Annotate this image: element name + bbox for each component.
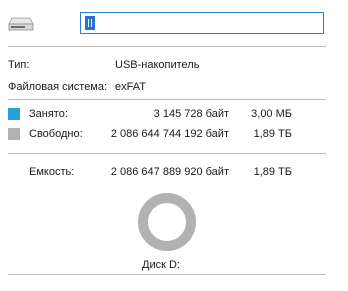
free-bytes: 2 086 644 744 192 байт xyxy=(110,128,229,140)
type-label: Тип: xyxy=(8,59,30,71)
disk-label: Диск D: xyxy=(142,259,180,271)
donut-free-ring xyxy=(138,193,196,251)
used-space-swatch xyxy=(8,108,20,120)
divider xyxy=(8,46,326,47)
free-label: Свободно: xyxy=(29,128,83,140)
free-size: 1,89 ТБ xyxy=(253,128,292,140)
free-space-swatch xyxy=(8,128,20,140)
type-value: USB-накопитель xyxy=(115,59,200,71)
divider xyxy=(8,99,326,100)
used-bytes: 3 145 728 байт xyxy=(153,108,229,120)
divider xyxy=(8,153,326,154)
used-label: Занято: xyxy=(29,108,68,120)
capacity-size: 1,89 ТБ xyxy=(253,166,292,178)
capacity-bytes: 2 086 647 889 920 байт xyxy=(110,166,229,178)
divider xyxy=(8,274,326,275)
capacity-label: Емкость: xyxy=(29,166,75,178)
filesystem-label: Файловая система: xyxy=(8,81,108,93)
filesystem-value: exFAT xyxy=(115,81,146,93)
volume-name-field[interactable] xyxy=(80,12,324,34)
usage-donut xyxy=(138,193,196,251)
used-size: 3,00 МБ xyxy=(251,108,292,120)
volume-name-input[interactable] xyxy=(84,15,320,31)
usb-drive-icon xyxy=(8,17,34,31)
